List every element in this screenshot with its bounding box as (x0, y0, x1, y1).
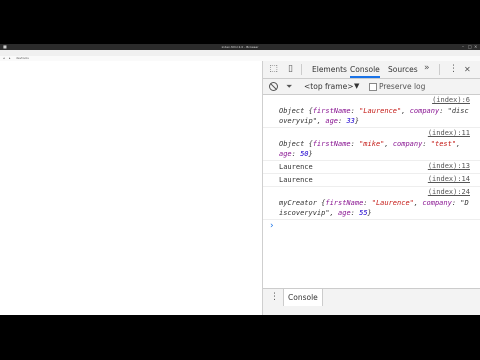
console-message: (index):24 myCreator {firstName: "Laurenc… (263, 187, 480, 220)
preserve-log-checkbox[interactable] (369, 83, 377, 91)
console-message-text[interactable]: Object {firstName: "Laurence", company: … (279, 106, 475, 116)
source-link[interactable]: (index):11 (428, 129, 470, 137)
devtools-menu-icon[interactable]: ⋮ (449, 61, 458, 78)
filter-icon[interactable]: ⏷ (286, 82, 292, 91)
console-message-text[interactable]: Object {firstName: "mike", company: "tes… (279, 139, 475, 149)
console-prompt-icon: › (269, 221, 275, 231)
screen: ■ index.html 2.0 - Browser – □ × File Ed… (0, 44, 480, 315)
console-message: (index):13 Laurence (263, 161, 480, 174)
console-message-text[interactable]: myCreator {firstName: "Laurence", compan… (279, 198, 475, 208)
console-message: (index):14 Laurence (263, 174, 480, 187)
devtools-tab-bar: ⬚ ▯ Elements Console Sources » ⋮ ✕ (263, 61, 480, 79)
console-message: (index):6 Object {firstName: "Laurence", … (263, 95, 480, 128)
source-link[interactable]: (index):13 (428, 162, 470, 170)
device-toolbar-icon[interactable]: ▯ (284, 63, 297, 76)
drawer-menu-icon[interactable]: ⋮ (270, 289, 279, 306)
tab-console[interactable]: Console (350, 61, 380, 78)
more-tabs-icon[interactable]: » (424, 61, 430, 78)
clear-console-icon[interactable] (269, 82, 278, 91)
frame-selector[interactable]: <top frame> (304, 79, 353, 94)
console-output: (index):6 Object {firstName: "Laurence", … (263, 95, 480, 265)
page-viewport (0, 61, 262, 315)
tab-separator (301, 64, 302, 75)
console-toolbar: ⏷ <top frame> ▼ Preserve log (263, 79, 480, 95)
tab-sources[interactable]: Sources (388, 61, 418, 78)
source-link[interactable]: (index):14 (428, 175, 470, 183)
console-message-text[interactable]: age: 50} (279, 149, 475, 159)
devtools-panel: ⬚ ▯ Elements Console Sources » ⋮ ✕ ⏷ <to… (262, 61, 480, 315)
source-link[interactable]: (index):24 (428, 188, 470, 196)
devtools-drawer: ⋮ Console (263, 288, 480, 315)
preserve-log-label: Preserve log (379, 82, 426, 91)
console-message-text[interactable]: overyvip", age: 33} (279, 116, 475, 126)
drawer-tab-console[interactable]: Console (283, 289, 323, 306)
frame-dropdown-icon[interactable]: ▼ (354, 79, 359, 94)
close-devtools-icon[interactable]: ✕ (464, 61, 471, 78)
tab-separator (439, 64, 440, 75)
console-message: (index):11 Object {firstName: "mike", com… (263, 128, 480, 161)
inspect-element-icon[interactable]: ⬚ (267, 63, 280, 76)
tab-elements[interactable]: Elements (312, 61, 347, 78)
console-message-text[interactable]: iscoveryvip", age: 55} (279, 208, 475, 218)
console-prompt-row[interactable]: › (263, 220, 480, 232)
source-link[interactable]: (index):6 (432, 96, 470, 104)
